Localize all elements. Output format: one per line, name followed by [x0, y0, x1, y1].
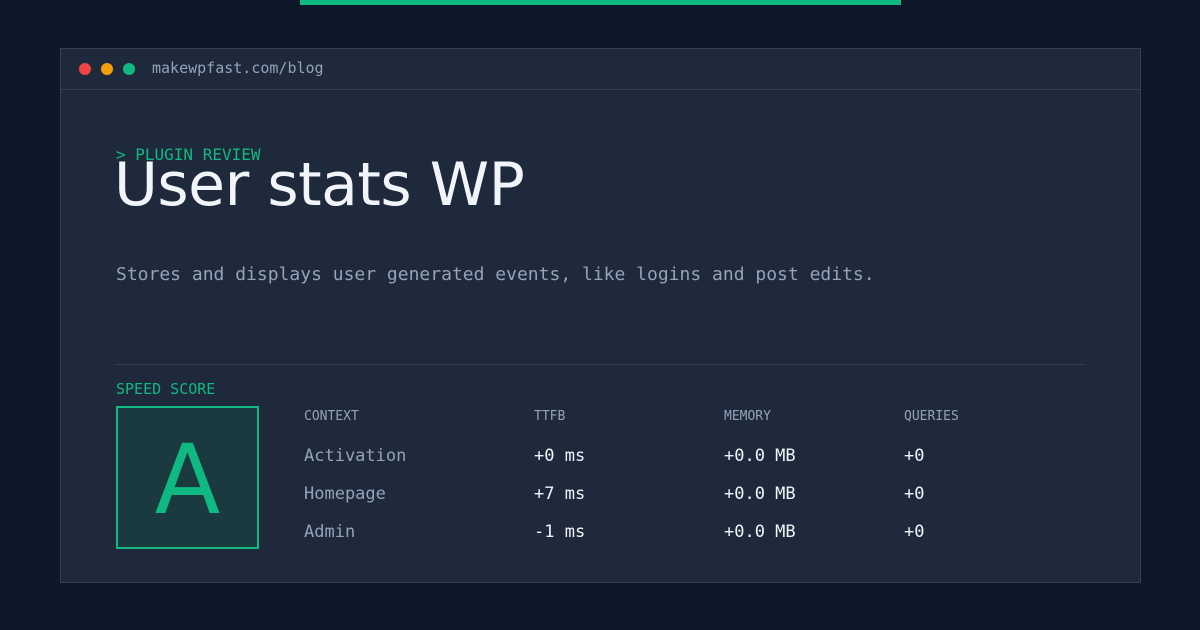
browser-window: makewpfast.com/blog > PLUGIN REVIEW User…: [60, 48, 1141, 583]
speed-score-label: SPEED SCORE: [116, 380, 216, 398]
row-queries: +0: [904, 484, 925, 504]
row-context: Homepage: [304, 484, 386, 504]
header-ttfb: TTFB: [534, 409, 566, 424]
url-text: makewpfast.com/blog: [152, 59, 324, 77]
header-queries: QUERIES: [904, 409, 959, 424]
grade-badge: A: [116, 406, 259, 549]
row-ttfb: +7 ms: [534, 484, 586, 504]
section-divider: [116, 364, 1085, 365]
row-memory: +0.0 MB: [724, 484, 796, 504]
close-dot-icon: [79, 63, 91, 75]
minimize-dot-icon: [101, 63, 113, 75]
row-context: Admin: [304, 522, 356, 542]
grade-letter: A: [154, 423, 221, 536]
row-memory: +0.0 MB: [724, 522, 796, 542]
page-title: User stats WP: [114, 150, 525, 220]
plugin-description: Stores and displays user generated event…: [116, 264, 875, 285]
row-ttfb: -1 ms: [534, 522, 586, 542]
top-accent-bar: [300, 0, 901, 5]
row-memory: +0.0 MB: [724, 446, 796, 466]
row-ttfb: +0 ms: [534, 446, 586, 466]
header-context: CONTEXT: [304, 409, 359, 424]
row-context: Activation: [304, 446, 407, 466]
row-queries: +0: [904, 446, 925, 466]
window-titlebar: makewpfast.com/blog: [61, 49, 1140, 90]
maximize-dot-icon: [123, 63, 135, 75]
header-memory: MEMORY: [724, 409, 771, 424]
row-queries: +0: [904, 522, 925, 542]
